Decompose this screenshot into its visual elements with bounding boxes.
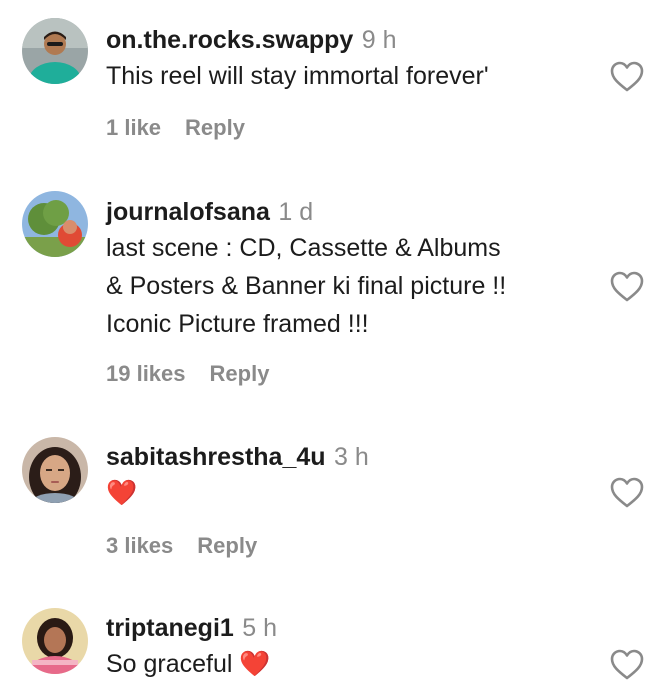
reply-button[interactable]: Reply	[197, 533, 257, 558]
timestamp: 3 h	[334, 443, 369, 471]
comment-header: sabitashrestha_4u 3 h	[106, 445, 369, 470]
comment-line: & Posters & Banner ki final picture !!	[106, 272, 507, 300]
comment-line: This reel will stay immortal forever'	[106, 62, 489, 90]
avatar[interactable]	[22, 18, 88, 84]
comment-header: on.the.rocks.swappy 9 h	[106, 28, 397, 53]
comment-actions: 3 likes Reply	[106, 535, 257, 557]
timestamp: 1 d	[278, 198, 314, 226]
comment-text: ❤️	[106, 474, 137, 512]
likes-count[interactable]: 3 likes	[106, 533, 173, 558]
avatar[interactable]	[22, 437, 88, 503]
likes-count[interactable]: 19 likes	[106, 361, 186, 386]
avatar[interactable]	[22, 608, 88, 674]
comment-header: triptanegi1 5 h	[106, 616, 277, 641]
comment-actions: 1 like Reply	[106, 117, 245, 139]
comment-item: on.the.rocks.swappy 9 h This reel will s…	[0, 0, 662, 185]
likes-count[interactable]: 1 like	[106, 115, 161, 140]
reply-button[interactable]: Reply	[210, 361, 270, 386]
comment-actions: 19 likes Reply	[106, 363, 269, 385]
comment-item: triptanegi1 5 h So graceful ❤️	[0, 595, 662, 700]
timestamp: 5 h	[242, 614, 278, 642]
comment-line: last scene : CD, Cassette & Albums	[106, 234, 501, 262]
heart-outline-icon[interactable]	[610, 271, 644, 303]
username[interactable]: journalofsana	[106, 198, 270, 226]
comment-line: Iconic Picture framed !!!	[106, 310, 369, 338]
username[interactable]: on.the.rocks.swappy	[106, 26, 353, 54]
comment-line: So graceful ❤️	[106, 650, 271, 678]
heart-outline-icon[interactable]	[610, 61, 644, 93]
comment-text: last scene : CD, Cassette & Albums & Pos…	[106, 229, 506, 343]
heart-outline-icon[interactable]	[610, 649, 644, 681]
comment-header: journalofsana 1 d	[106, 200, 313, 225]
comment-text: So graceful ❤️	[106, 645, 271, 683]
comment-item: sabitashrestha_4u 3 h ❤️ 3 likes Reply	[0, 425, 662, 595]
username[interactable]: triptanegi1	[106, 614, 234, 642]
comment-item: journalofsana 1 d last scene : CD, Casse…	[0, 185, 662, 425]
timestamp: 9 h	[361, 26, 397, 54]
heart-outline-icon[interactable]	[610, 477, 644, 509]
username[interactable]: sabitashrestha_4u	[106, 443, 326, 471]
avatar[interactable]	[22, 191, 88, 257]
comment-text: This reel will stay immortal forever'	[106, 57, 489, 95]
reply-button[interactable]: Reply	[185, 115, 245, 140]
comment-line: ❤️	[106, 479, 138, 507]
